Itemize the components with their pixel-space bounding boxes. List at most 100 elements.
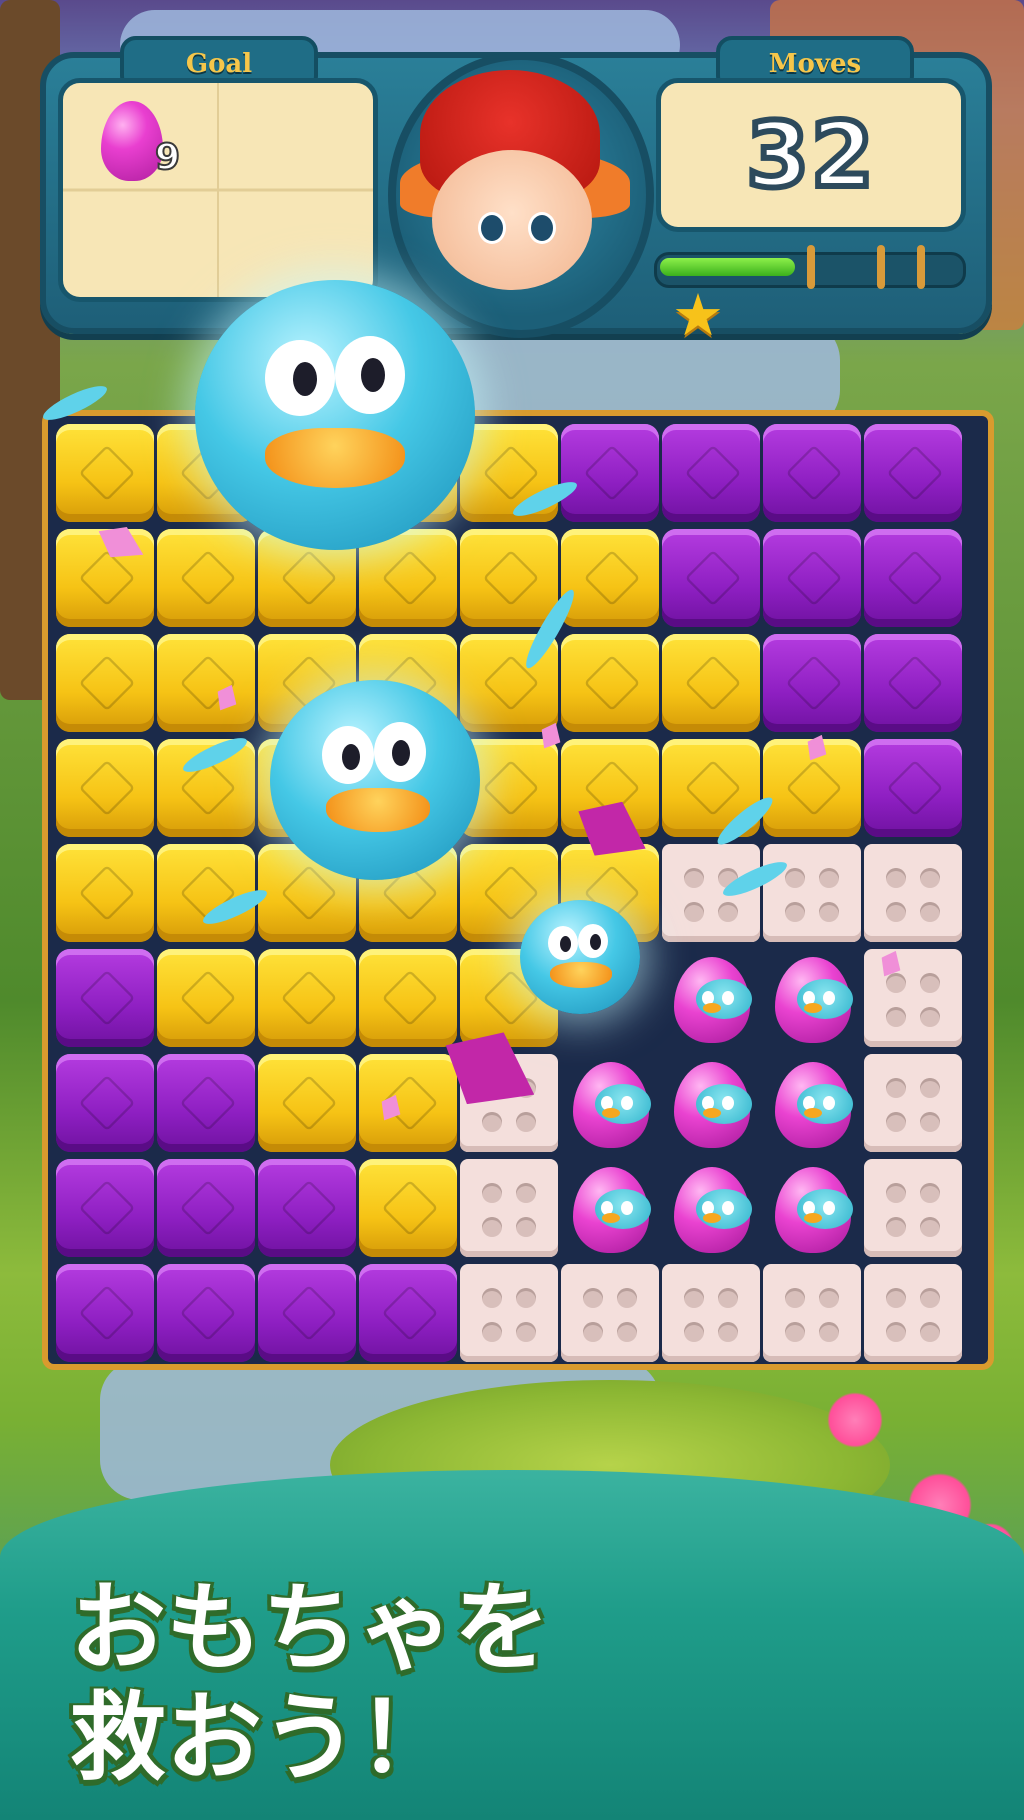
brick-stud xyxy=(785,1322,805,1342)
brick-stud xyxy=(785,1288,805,1308)
yellow-cube-tile[interactable] xyxy=(561,634,659,732)
purple-cube-tile[interactable] xyxy=(662,529,760,627)
purple-cube-tile[interactable] xyxy=(561,424,659,522)
toy-brick-tile[interactable] xyxy=(864,844,962,942)
purple-cube-tile[interactable] xyxy=(56,1054,154,1152)
egg-chick-tile[interactable] xyxy=(662,1054,760,1152)
yellow-cube-tile[interactable] xyxy=(258,1054,356,1152)
flower-icon xyxy=(820,1390,890,1450)
chick-eye xyxy=(722,991,734,1005)
toy-brick-tile[interactable] xyxy=(864,1159,962,1257)
yellow-cube-tile[interactable] xyxy=(258,949,356,1047)
purple-cube-tile[interactable] xyxy=(763,634,861,732)
chick-beak xyxy=(804,1003,822,1013)
brick-stud xyxy=(920,1322,940,1342)
cube-icon xyxy=(583,444,641,502)
toy-brick-tile[interactable] xyxy=(662,844,760,942)
cube-icon xyxy=(785,549,843,607)
toy-brick-tile[interactable] xyxy=(763,1264,861,1362)
egg-chick-tile[interactable] xyxy=(662,949,760,1047)
purple-cube-tile[interactable] xyxy=(864,424,962,522)
toy-brick-tile[interactable] xyxy=(864,1264,962,1362)
purple-cube-tile[interactable] xyxy=(864,529,962,627)
yellow-cube-tile[interactable] xyxy=(359,1159,457,1257)
cube-icon xyxy=(280,549,338,607)
purple-cube-tile[interactable] xyxy=(56,1264,154,1362)
toy-brick-tile[interactable] xyxy=(763,844,861,942)
yellow-cube-tile[interactable] xyxy=(460,529,558,627)
brick-stud xyxy=(886,1183,906,1203)
cube-icon xyxy=(179,969,237,1027)
chick-beak xyxy=(703,1108,721,1118)
brick-stud xyxy=(920,1288,940,1308)
yellow-cube-tile[interactable] xyxy=(56,634,154,732)
brick-stud xyxy=(886,1322,906,1342)
goal-count: 9 xyxy=(154,136,181,179)
brick-stud xyxy=(482,1288,502,1308)
toy-brick-tile[interactable] xyxy=(864,1054,962,1152)
brick-stud xyxy=(684,902,704,922)
purple-cube-tile[interactable] xyxy=(157,1054,255,1152)
egg-chick-tile[interactable] xyxy=(561,1159,659,1257)
purple-cube-tile[interactable] xyxy=(258,1159,356,1257)
yellow-cube-tile[interactable] xyxy=(157,634,255,732)
yellow-cube-tile[interactable] xyxy=(157,529,255,627)
goal-panel[interactable]: 9 xyxy=(58,78,378,302)
toy-brick-tile[interactable] xyxy=(864,949,962,1047)
yellow-cube-tile[interactable] xyxy=(662,634,760,732)
cube-icon xyxy=(78,1179,136,1237)
purple-cube-tile[interactable] xyxy=(662,424,760,522)
cube-icon xyxy=(482,549,540,607)
brick-stud xyxy=(516,1322,536,1342)
egg-chick-tile[interactable] xyxy=(662,1159,760,1257)
cube-icon xyxy=(684,549,742,607)
purple-cube-tile[interactable] xyxy=(157,1264,255,1362)
yellow-cube-tile[interactable] xyxy=(56,739,154,837)
cube-icon xyxy=(78,549,136,607)
cube-icon xyxy=(280,969,338,1027)
egg-chick-tile[interactable] xyxy=(763,1054,861,1152)
cube-icon xyxy=(78,654,136,712)
yellow-cube-tile[interactable] xyxy=(56,844,154,942)
brick-stud xyxy=(819,902,839,922)
yellow-cube-tile[interactable] xyxy=(157,949,255,1047)
yellow-cube-tile[interactable] xyxy=(359,1054,457,1152)
egg-chick-tile[interactable] xyxy=(561,1054,659,1152)
toy-brick-tile[interactable] xyxy=(662,1264,760,1362)
progress-fill xyxy=(660,258,795,276)
yellow-cube-tile[interactable] xyxy=(359,949,457,1047)
cube-icon xyxy=(886,759,944,817)
cube-icon xyxy=(381,1284,439,1342)
purple-cube-tile[interactable] xyxy=(359,1264,457,1362)
cube-icon xyxy=(78,1284,136,1342)
chick-eye xyxy=(722,1201,734,1215)
brick-stud xyxy=(482,1322,502,1342)
game-board[interactable] xyxy=(42,410,994,1370)
purple-cube-tile[interactable] xyxy=(56,949,154,1047)
egg-chick-tile[interactable] xyxy=(763,1159,861,1257)
purple-cube-tile[interactable] xyxy=(763,424,861,522)
egg-icon xyxy=(775,1167,853,1253)
brick-stud xyxy=(684,1288,704,1308)
purple-cube-tile[interactable] xyxy=(56,1159,154,1257)
egg-chick-tile[interactable] xyxy=(763,949,861,1047)
chick-beak xyxy=(804,1108,822,1118)
yellow-cube-tile[interactable] xyxy=(157,844,255,942)
purple-cube-tile[interactable] xyxy=(864,634,962,732)
cube-icon xyxy=(381,1179,439,1237)
brick-stud xyxy=(920,973,940,993)
purple-cube-tile[interactable] xyxy=(763,529,861,627)
chick-eye xyxy=(621,1096,633,1110)
bird-booster-icon xyxy=(520,900,640,1014)
purple-cube-tile[interactable] xyxy=(258,1264,356,1362)
toy-brick-tile[interactable] xyxy=(460,1264,558,1362)
yellow-cube-tile[interactable] xyxy=(561,529,659,627)
toy-brick-tile[interactable] xyxy=(561,1264,659,1362)
yellow-cube-tile[interactable] xyxy=(56,424,154,522)
toy-brick-tile[interactable] xyxy=(460,1159,558,1257)
chick-eye xyxy=(621,1201,633,1215)
purple-cube-tile[interactable] xyxy=(864,739,962,837)
chick-eye xyxy=(823,991,835,1005)
purple-cube-tile[interactable] xyxy=(157,1159,255,1257)
brick-stud xyxy=(819,1322,839,1342)
